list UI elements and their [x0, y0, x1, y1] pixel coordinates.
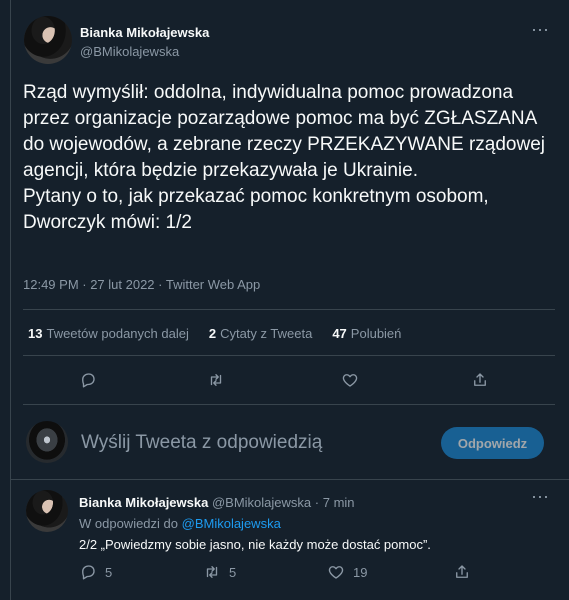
replying-to-line: W odpowiedzi do @BMikolajewska [79, 516, 281, 531]
reply-input[interactable]: Wyślij Tweeta z odpowiedzią [81, 432, 322, 454]
tweet-timestamp[interactable]: 12:49 PM · 27 lut 2022 · Twitter Web App [23, 277, 260, 292]
divider [23, 355, 555, 356]
likes-stat[interactable]: 47 Polubień [332, 326, 401, 341]
tweet-text: Rząd wymyślił: oddolna, indywidualna pom… [23, 82, 546, 233]
like-button[interactable] [341, 371, 359, 389]
divider [23, 309, 555, 310]
current-user-avatar[interactable] [26, 421, 68, 463]
reply-share-button[interactable] [453, 563, 471, 581]
retweets-stat[interactable]: 13 Tweetów podanych dalej [28, 326, 189, 341]
replying-to-link[interactable]: @BMikolajewska [182, 516, 281, 531]
reply-tweet-text: 2/2 „Powiedzmy sobie jasno, nie każdy mo… [79, 537, 431, 552]
retweet-count: 5 [229, 564, 237, 580]
retweet-icon [210, 374, 222, 386]
reply-count: 5 [105, 564, 113, 580]
divider [11, 479, 569, 480]
more-options-icon[interactable]: ⋯ [531, 20, 550, 41]
reply-reply-button[interactable]: 5 [79, 563, 112, 581]
tweet-stats: 13 Tweetów podanych dalej 2 Cytaty z Tweet… [28, 326, 401, 341]
reply-more-options-icon[interactable]: ⋯ [531, 487, 550, 508]
author-handle[interactable]: @BMikolajewska [80, 44, 179, 59]
tweet-detail: Bianka Mikołajewska @BMikolajewska ⋯ Rzą… [11, 0, 569, 600]
divider [23, 404, 555, 405]
reply-icon [82, 373, 95, 388]
reply-like-button[interactable]: 19 [327, 563, 367, 581]
reply-retweet-button[interactable]: 5 [203, 563, 236, 581]
reply-icon [82, 565, 95, 580]
retweet-button[interactable] [207, 371, 225, 389]
share-icon [474, 373, 486, 386]
reply-author-name[interactable]: Bianka Mikołajewska [79, 495, 208, 510]
reply-author-line: Bianka Mikołajewska @BMikolajewska · 7 m… [79, 495, 355, 510]
like-count: 19 [353, 564, 368, 580]
heart-icon [342, 374, 358, 387]
reply-time[interactable]: 7 min [323, 495, 355, 510]
retweet-icon [206, 566, 218, 578]
share-button[interactable] [471, 371, 489, 389]
left-border [0, 0, 11, 600]
dot-separator: · [314, 495, 320, 510]
heart-icon [328, 566, 344, 579]
reply-author-avatar[interactable] [26, 490, 68, 532]
author-name[interactable]: Bianka Mikołajewska [80, 25, 209, 40]
quotes-stat[interactable]: 2 Cytaty z Tweeta [209, 326, 312, 341]
reply-button[interactable] [79, 371, 97, 389]
author-avatar[interactable] [24, 16, 72, 64]
share-icon [456, 565, 468, 578]
reply-author-handle[interactable]: @BMikolajewska [212, 495, 311, 510]
reply-submit-button[interactable]: Odpowiedz [441, 427, 544, 459]
